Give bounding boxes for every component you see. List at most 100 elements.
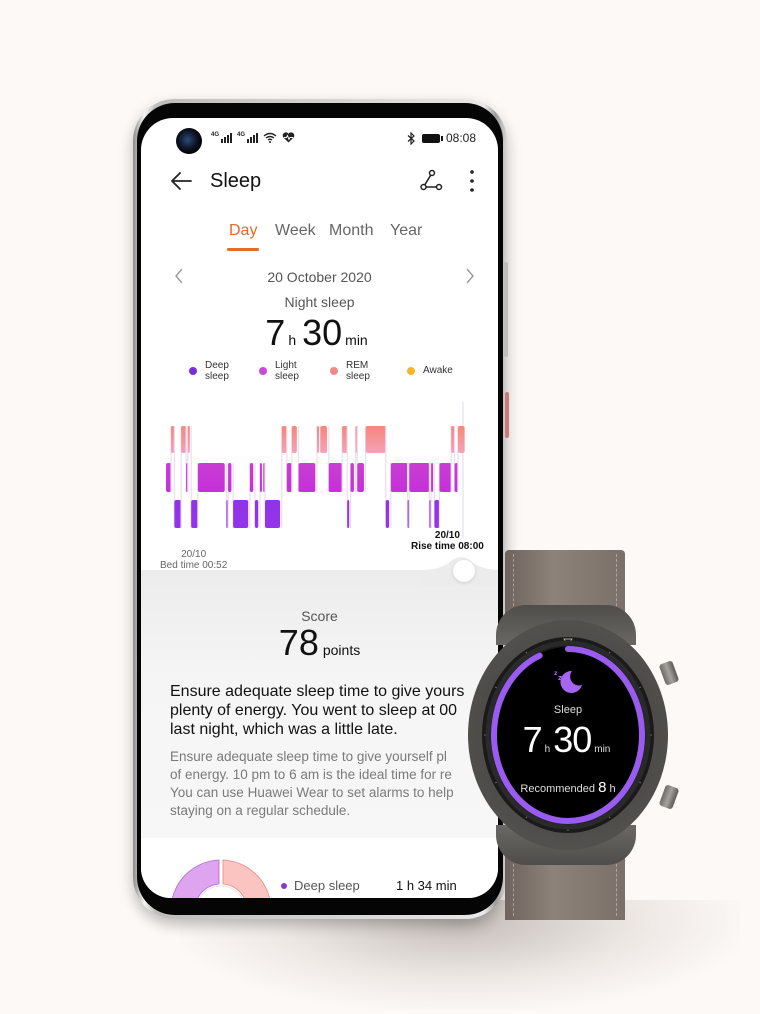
watch-face: z z Sleep 7 h30 min Recommended 8 h bbox=[480, 635, 656, 835]
phone-screen: 4G 4G 08:08 Sleep Day Week Month Year 20… bbox=[141, 118, 498, 898]
legend-label-line: sleep bbox=[205, 371, 229, 382]
heart-rate-icon bbox=[282, 132, 295, 143]
advice-detail-line: Ensure adequate sleep time to give yours… bbox=[170, 749, 447, 764]
sleep-segment-deep-sleep bbox=[264, 500, 281, 528]
sleep-duration: 7 h 30 min bbox=[141, 312, 498, 354]
bluetooth-icon bbox=[407, 131, 415, 145]
legend-dot bbox=[330, 367, 338, 375]
watch-hours-unit: h bbox=[544, 744, 551, 755]
status-bar: 4G 4G 08:08 bbox=[141, 118, 498, 162]
share-icon[interactable] bbox=[419, 168, 443, 192]
legend-label-line: sleep bbox=[275, 371, 299, 382]
current-date: 20 October 2020 bbox=[267, 269, 372, 285]
sleep-segment-light-sleep bbox=[228, 463, 232, 492]
more-vertical-icon[interactable] bbox=[463, 168, 481, 194]
page-title: Sleep bbox=[210, 170, 262, 192]
signal-icon: 4G bbox=[211, 132, 233, 143]
stage-donut-chart bbox=[172, 859, 270, 898]
sleep-segment-light-sleep bbox=[357, 463, 364, 492]
score-unit: points bbox=[322, 642, 361, 658]
svg-text:z: z bbox=[558, 674, 562, 682]
sleep-segment-light-sleep bbox=[439, 463, 452, 492]
tab-day[interactable]: Day bbox=[229, 222, 257, 240]
advice-line: plenty of energy. You went to sleep at 0… bbox=[170, 702, 458, 719]
sleep-segment-rem-sleep bbox=[187, 426, 190, 453]
legend-label: REM sleep bbox=[346, 360, 370, 382]
sleep-segment-deep-sleep bbox=[385, 500, 390, 528]
active-tab-indicator bbox=[227, 248, 259, 251]
sleep-segment-rem-sleep bbox=[281, 426, 287, 453]
chart-legend: Deep sleep Light sleep REM sleep Awake bbox=[181, 360, 471, 386]
advice-line: last night, which was a little late. bbox=[170, 721, 398, 738]
battery-icon bbox=[421, 133, 443, 143]
breakdown-row-deep-sleep[interactable]: Deep sleep 1 h 34 min bbox=[281, 878, 481, 893]
sleep-segment-light-sleep bbox=[286, 463, 292, 492]
sleep-segment-deep-sleep bbox=[254, 500, 259, 528]
watch-duration: 7 h30 min bbox=[480, 719, 656, 761]
night-sleep-label: Night sleep bbox=[284, 294, 355, 310]
status-icons-right: 08:08 bbox=[406, 131, 476, 145]
score-value: 78 points bbox=[141, 622, 498, 664]
legend-label: Deep sleep bbox=[205, 360, 229, 382]
watch-crown-top[interactable] bbox=[658, 660, 680, 686]
sleep-segment-deep-sleep bbox=[174, 500, 182, 528]
sleep-segment-light-sleep bbox=[197, 463, 225, 492]
advice-detail-line: staying on a regular schedule. bbox=[170, 803, 351, 818]
volume-button bbox=[504, 262, 508, 357]
legend-label-line: sleep bbox=[346, 371, 370, 382]
recommended-label: Recommended bbox=[520, 783, 595, 795]
tab-year[interactable]: Year bbox=[390, 222, 422, 240]
breakdown-label: Deep sleep bbox=[294, 878, 360, 893]
legend-deep-sleep: Deep sleep bbox=[189, 360, 229, 382]
sleep-segment-light-sleep bbox=[166, 463, 172, 492]
smartwatch: z z Sleep 7 h30 min Recommended 8 h bbox=[468, 550, 688, 920]
sleep-segment-rem-sleep bbox=[181, 426, 187, 453]
sleep-segment-light-sleep bbox=[431, 463, 434, 492]
sleep-segment-deep-sleep bbox=[191, 500, 198, 528]
signal-icon: 4G bbox=[237, 132, 259, 143]
sleep-segment-light-sleep bbox=[259, 463, 262, 492]
power-button bbox=[505, 392, 509, 438]
watch-recommended: Recommended 8 h bbox=[480, 779, 656, 796]
advice-detail: Ensure adequate sleep time to give yours… bbox=[170, 748, 498, 820]
chevron-right-icon[interactable] bbox=[460, 266, 480, 286]
legend-label: Light sleep bbox=[275, 360, 299, 382]
advice-detail-line: You can use Huawei Wear to set alarms to… bbox=[170, 785, 454, 800]
sleep-segment-rem-sleep bbox=[320, 426, 328, 453]
legend-dot bbox=[259, 367, 267, 375]
app-bar: Sleep bbox=[141, 162, 498, 202]
sleep-segment-rem-sleep bbox=[342, 426, 348, 453]
sleep-segment-light-sleep bbox=[409, 463, 430, 492]
legend-rem-sleep: REM sleep bbox=[330, 360, 370, 382]
bed-time-label: 20/10 Bed time 00:52 bbox=[160, 549, 227, 571]
sleep-segment-deep-sleep bbox=[233, 500, 249, 528]
sleep-segment-light-sleep bbox=[390, 463, 408, 492]
period-tabs: Day Week Month Year bbox=[141, 222, 498, 252]
rise-time: Rise time 08:00 bbox=[411, 541, 484, 552]
sleep-segment-light-sleep bbox=[328, 463, 343, 492]
sleep-segment-light-sleep bbox=[249, 463, 254, 492]
tab-month[interactable]: Month bbox=[329, 222, 373, 240]
sleep-segment-rem-sleep bbox=[291, 426, 297, 453]
back-arrow-icon[interactable] bbox=[169, 168, 195, 194]
legend-label-line: Deep bbox=[205, 360, 229, 371]
breakdown-value: 1 h 34 min bbox=[396, 878, 457, 893]
sleep-segment-deep-sleep bbox=[347, 500, 350, 528]
timeline-slider-handle[interactable] bbox=[453, 560, 475, 582]
duration-hours-unit: h bbox=[288, 332, 297, 348]
duration-minutes-unit: min bbox=[345, 332, 368, 348]
segments-layer bbox=[166, 426, 465, 528]
recommended-value: 8 bbox=[598, 779, 607, 796]
strap-stitch bbox=[616, 854, 617, 916]
sleep-segment-light-sleep bbox=[350, 463, 354, 492]
legend-label-line: Light bbox=[275, 360, 297, 371]
wifi-icon bbox=[263, 132, 277, 143]
rise-time-label: 20/10 Rise time 08:00 bbox=[411, 530, 484, 552]
advice-detail-line: of energy. 10 pm to 6 am is the ideal ti… bbox=[170, 767, 452, 782]
rise-date: 20/10 bbox=[434, 530, 460, 541]
tab-week[interactable]: Week bbox=[275, 222, 316, 240]
sleep-segment-rem-sleep bbox=[317, 426, 319, 453]
legend-dot bbox=[407, 366, 415, 375]
watch-crown-bottom[interactable] bbox=[658, 784, 680, 810]
advice-line: Ensure adequate sleep time to give yours bbox=[170, 683, 465, 700]
